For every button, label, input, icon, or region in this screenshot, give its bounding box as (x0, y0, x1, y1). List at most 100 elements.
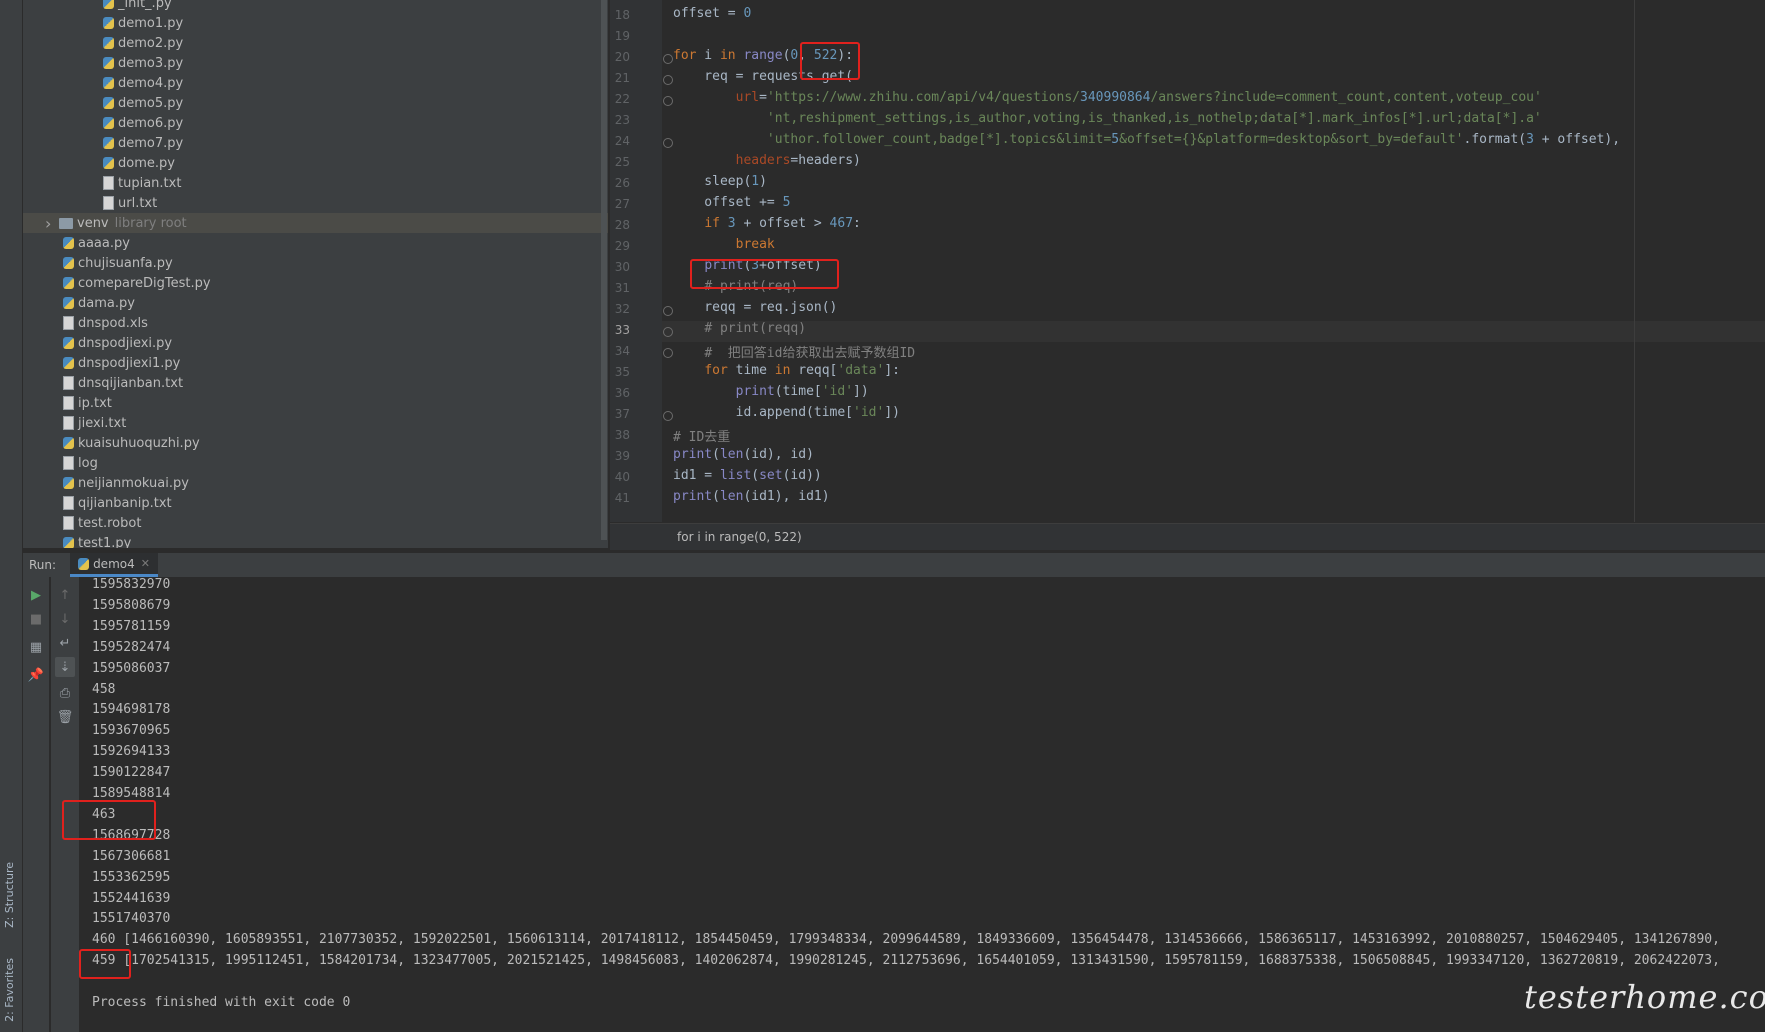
line-number: 36 (614, 386, 630, 400)
down-arrow-icon[interactable]: ↓ (55, 609, 75, 629)
tree-item-label: dama.py (78, 295, 135, 311)
project-tree-scrollbar[interactable] (601, 0, 607, 540)
line-number: 40 (614, 470, 630, 484)
line-number: 18 (614, 8, 630, 22)
code-line: # print(reqq) (704, 321, 807, 336)
right-margin-guide (1634, 0, 1635, 522)
scroll-to-end-icon[interactable]: ⇣ (55, 657, 75, 677)
structure-tool-tab[interactable]: Z: Structure (3, 862, 16, 928)
fold-marker-icon[interactable] (663, 348, 673, 358)
python-file-icon (103, 137, 114, 149)
tree-item[interactable]: › venv library root (23, 213, 608, 233)
highlight-box-range (800, 42, 860, 80)
tree-item[interactable]: demo4.py (23, 73, 608, 93)
line-number: 20 (614, 50, 630, 64)
code-line: for time in reqq['data']: (704, 363, 901, 378)
tree-item[interactable]: dnspodjiexi1.py (23, 353, 608, 373)
line-number: 27 (614, 197, 630, 211)
tree-item[interactable]: demo1.py (23, 13, 608, 33)
highlight-box-463 (62, 800, 156, 840)
python-file-icon (103, 57, 114, 69)
tree-item-label: demo1.py (118, 15, 184, 31)
line-number: 29 (614, 239, 630, 253)
fold-marker-icon[interactable] (663, 327, 673, 337)
watermark: testerhome.com (1524, 978, 1765, 1016)
pin-tab-icon[interactable]: 📌 (26, 665, 46, 685)
chevron-right-icon[interactable]: › (45, 214, 59, 233)
close-icon[interactable]: ✕ (141, 557, 150, 570)
tree-item[interactable]: dnspod.xls (23, 313, 608, 333)
fold-marker-icon[interactable] (663, 75, 673, 85)
highlight-box-459 (79, 949, 131, 979)
tree-item-label: demo2.py (118, 35, 184, 51)
console-line: 1594698178 (92, 702, 171, 718)
tree-item-label: dnspodjiexi.py (78, 335, 173, 351)
trash-icon[interactable]: 🗑 (55, 707, 75, 727)
tree-item-label: comepareDigTest.py (78, 275, 211, 291)
tree-item[interactable]: comepareDigTest.py (23, 273, 608, 293)
text-file-icon (63, 316, 74, 330)
tree-item[interactable]: demo2.py (23, 33, 608, 53)
text-file-icon (63, 396, 74, 410)
python-file-icon (103, 117, 114, 129)
tree-item[interactable]: jiexi.txt (23, 413, 608, 433)
console-line: 1593670965 (92, 723, 171, 739)
code-line: sleep(1) (673, 174, 767, 189)
rerun-icon[interactable]: ▶ (26, 585, 46, 605)
tree-item-label: aaaa.py (78, 235, 130, 251)
tree-item-label: url.txt (118, 195, 158, 211)
up-arrow-icon[interactable]: ↑ (55, 585, 75, 605)
restore-layout-icon[interactable]: ▦ (26, 637, 46, 657)
tree-item-label: ip.txt (78, 395, 112, 411)
fold-marker-icon[interactable] (663, 96, 673, 106)
console-output[interactable]: 1595832970 1595808679 1595781159 1595282474… (80, 577, 1765, 1032)
tree-item[interactable]: demo5.py (23, 93, 608, 113)
tree-item[interactable]: aaaa.py (23, 233, 608, 253)
tree-item[interactable]: dnsqijianban.txt (23, 373, 608, 393)
console-line: 1552441639 (92, 890, 171, 906)
tree-item[interactable]: demo7.py (23, 133, 608, 153)
tree-item[interactable]: qijianbanip.txt (23, 493, 608, 513)
tree-item[interactable]: test.robot (23, 513, 608, 533)
tree-item[interactable]: chujisuanfa.py (23, 253, 608, 273)
soft-wrap-icon[interactable]: ↵ (55, 633, 75, 653)
console-line: 1595832970 (92, 577, 171, 592)
code-line: print(len(id), id) (673, 447, 814, 462)
tree-item[interactable]: tupian.txt (23, 173, 608, 193)
run-tab-demo4[interactable]: demo4 ✕ (70, 553, 158, 577)
python-file-icon (63, 537, 74, 548)
tree-item[interactable]: log (23, 453, 608, 473)
stop-icon[interactable]: ■ (26, 609, 46, 629)
console-line: 1567306681 (92, 848, 171, 864)
fold-marker-icon[interactable] (663, 306, 673, 316)
tree-item-label: demo4.py (118, 75, 184, 91)
code-line: reqq = req.json() (673, 300, 838, 315)
tree-item[interactable]: ip.txt (23, 393, 608, 413)
python-file-icon (63, 477, 74, 489)
fold-marker-icon[interactable] (663, 138, 673, 148)
fold-marker-icon[interactable] (663, 54, 673, 64)
tree-item[interactable]: dome.py (23, 153, 608, 173)
tree-item[interactable]: kuaisuhuoquzhi.py (23, 433, 608, 453)
tree-item[interactable]: neijianmokuai.py (23, 473, 608, 493)
fold-marker-icon[interactable] (663, 411, 673, 421)
tree-item[interactable]: demo6.py (23, 113, 608, 133)
print-icon[interactable]: ⎙ (55, 683, 75, 703)
console-line: 1589548814 (92, 786, 171, 801)
tree-item[interactable]: _init_.py (23, 0, 608, 13)
python-file-icon (63, 337, 74, 349)
tree-item[interactable]: demo3.py (23, 53, 608, 73)
run-tab-label: demo4 (93, 556, 135, 571)
tree-item[interactable]: dnspodjiexi.py (23, 333, 608, 353)
tree-item-label: neijianmokuai.py (78, 475, 189, 491)
console-line: 459 [1702541315, 1995112451, 1584201734,… (92, 953, 1720, 969)
favorites-tool-tab[interactable]: 2: Favorites (3, 958, 16, 1022)
breadcrumb-text: for i in range(0, 522) (677, 530, 802, 544)
tree-item[interactable]: dama.py (23, 293, 608, 313)
tree-item[interactable]: url.txt (23, 193, 608, 213)
line-number: 39 (614, 449, 630, 463)
line-number: 32 (614, 302, 630, 316)
line-number: 35 (614, 365, 630, 379)
tree-item[interactable]: test1.py (23, 533, 608, 548)
editor-breadcrumb[interactable]: for i in range(0, 522) (610, 523, 1765, 550)
